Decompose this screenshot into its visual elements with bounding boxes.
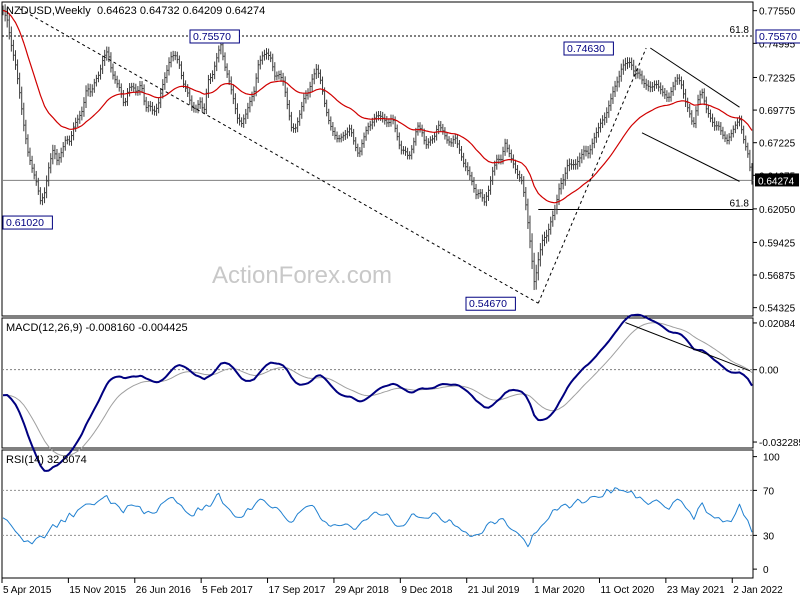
x-tick-label: 15 Nov 2015 <box>69 585 126 596</box>
current-price-tag-text: 0.64274 <box>758 176 795 187</box>
chart-root: ActionForex.com 0.77550 0.74995 0.72325 0.6… <box>0 0 800 600</box>
x-tick-label: 5 Feb 2017 <box>202 585 253 596</box>
x-tick-label: 11 Oct 2020 <box>600 585 654 596</box>
axis-label-075570: 0.75570 <box>755 29 800 44</box>
level-label-054670-text: 0.54670 <box>469 298 507 310</box>
price-y-tick-label: 0.69775 <box>759 106 796 117</box>
rsi-panel-frame <box>1 449 754 579</box>
level-label-074630-text: 0.74630 <box>567 43 605 55</box>
macd-y-tick-label: 0.02084 <box>759 319 796 330</box>
chart-canvas: ActionForex.com 0.775500.749950.723250.6… <box>1 1 800 596</box>
rsi-y-tick-label: 70 <box>763 486 775 497</box>
level-label-061020: 0.61020 <box>2 215 53 230</box>
price-y-tick-label: 0.72325 <box>759 73 796 84</box>
price-y-tick-label: 0.77550 <box>759 7 796 18</box>
x-tick-label: 1 Mar 2020 <box>534 585 585 596</box>
macd-y-tick-label: 0.00 <box>759 366 779 377</box>
macd-title: MACD(12,26,9) -0.008160 -0.004425 <box>6 322 188 334</box>
x-tick-label: 9 Dec 2018 <box>401 585 453 596</box>
rsi-y-tick-label: 30 <box>763 531 775 542</box>
rsi-y-tick-label: 0 <box>763 565 769 576</box>
x-tick-label: 17 Sep 2017 <box>269 585 326 596</box>
fib-label-top: 61.8 <box>730 25 750 36</box>
x-tick-label: 5 Apr 2015 <box>3 585 52 596</box>
level-label-061020-text: 0.61020 <box>6 217 44 229</box>
x-tick-label: 29 Apr 2018 <box>335 585 389 596</box>
x-tick-label: 23 May 2021 <box>667 585 725 596</box>
x-tick-label: 26 Jun 2016 <box>136 585 191 596</box>
rsi-title: RSI(14) 32.8074 <box>6 454 87 466</box>
macd-y-tick-label: -0.032285 <box>759 438 800 449</box>
price-y-tick-label: 0.67225 <box>759 139 796 150</box>
price-title: NZDUSD,Weekly <box>6 5 91 17</box>
x-tick-label: 21 Jul 2019 <box>468 585 520 596</box>
watermark: ActionForex.com <box>212 262 392 289</box>
level-label-074630: 0.74630 <box>563 41 614 56</box>
level-label-075570-text: 0.75570 <box>193 31 231 43</box>
ohlc-readout: 0.64623 0.64732 0.64209 0.64274 <box>97 5 265 17</box>
macd-panel-frame <box>1 317 754 449</box>
axis-label-075570-text: 0.75570 <box>759 31 797 43</box>
price-y-tick-label: 0.62050 <box>759 205 796 216</box>
price-y-tick-label: 0.56875 <box>759 271 796 282</box>
level-label-054670: 0.54670 <box>465 296 516 311</box>
x-tick-label: 2 Jan 2022 <box>733 585 783 596</box>
axis-labels: 5 Apr 2015 15 Nov 2015 26 Jun 2016 5 Feb 20… <box>1 578 783 596</box>
fib-label-low: 61.8 <box>730 199 750 210</box>
level-label-075570: 0.75570 <box>189 29 240 44</box>
price-y-tick-label: 0.54325 <box>759 304 796 315</box>
current-price-tag: 0.64274 <box>755 173 799 187</box>
price-y-tick-label: 0.59425 <box>759 238 796 249</box>
rsi-y-tick-label: 100 <box>763 453 780 464</box>
